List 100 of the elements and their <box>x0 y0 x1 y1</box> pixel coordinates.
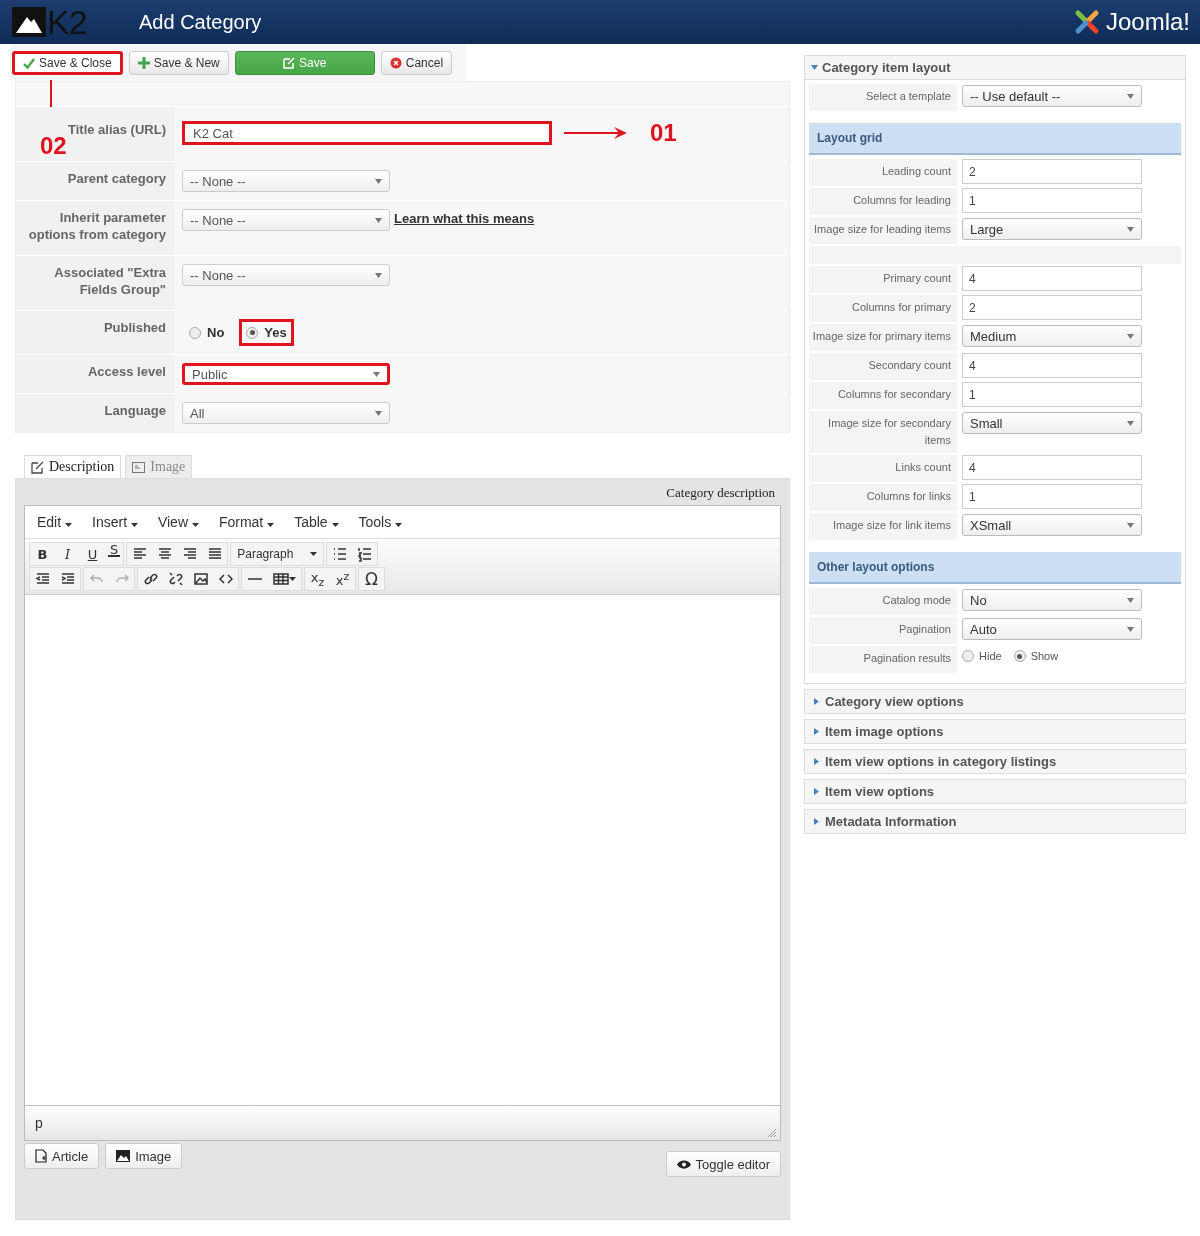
dropdown[interactable]: XSmall <box>962 514 1142 536</box>
format-button[interactable]: x$_{z}$ <box>305 568 330 590</box>
collapsed-panel[interactable]: Metadata Information <box>804 809 1186 834</box>
menu-item[interactable]: Edit <box>29 512 80 532</box>
caret-icon <box>373 371 380 377</box>
radio-option[interactable]: No <box>182 319 232 346</box>
field-label: Columns for links <box>866 490 951 502</box>
learn-link[interactable]: Learn what this means <box>394 211 535 226</box>
text-input[interactable]: 4 <box>962 266 1142 291</box>
text-input[interactable]: 1 <box>962 382 1142 407</box>
text-input[interactable]: 2 <box>962 159 1142 184</box>
radio-option[interactable]: Show <box>1013 650 1059 662</box>
caret-icon <box>813 728 820 735</box>
field-label: Image size for link items <box>833 519 951 531</box>
caret-icon <box>1127 93 1134 99</box>
check-icon <box>23 57 35 69</box>
field-label: Secondary count <box>868 359 951 371</box>
text-input[interactable]: K2 Cat <box>182 121 552 145</box>
format-button[interactable]: I <box>55 543 80 565</box>
format-button[interactable]: B <box>30 543 55 565</box>
field-label: Leading count <box>881 165 951 177</box>
dropdown[interactable]: -- None -- <box>182 264 390 286</box>
toolbar-button[interactable]: Save & New <box>128 51 229 75</box>
text-input[interactable]: 1 <box>962 188 1142 213</box>
menu-item[interactable]: Table <box>286 512 347 532</box>
caret-icon <box>375 410 382 416</box>
resize-handle-icon[interactable] <box>768 1129 776 1137</box>
dropdown[interactable]: Auto <box>962 618 1142 640</box>
document-icon <box>35 1149 47 1163</box>
dropdown[interactable]: Small <box>962 412 1142 434</box>
caret-icon <box>267 523 275 527</box>
field-label: Associated "Extra Fields Group" <box>54 265 166 297</box>
dropdown[interactable]: All <box>182 402 390 424</box>
radio-button[interactable] <box>1013 650 1026 662</box>
collapsed-panel[interactable]: Item image options <box>804 719 1186 744</box>
radio-button[interactable] <box>962 650 974 662</box>
collapsed-panel[interactable]: Item view options in category listings <box>804 749 1186 774</box>
dropdown[interactable]: No <box>962 589 1142 611</box>
image-icon <box>116 1150 131 1162</box>
text-input[interactable]: 4 <box>962 353 1142 378</box>
dropdown[interactable]: Public <box>182 363 390 385</box>
dropdown[interactable]: Medium <box>962 325 1142 347</box>
dropdown[interactable]: -- Use default -- <box>962 85 1142 107</box>
toolbar-button[interactable]: Cancel <box>380 51 453 75</box>
dropdown[interactable]: -- None -- <box>182 209 390 231</box>
annotation-arrow <box>564 126 628 140</box>
field-label: Primary count <box>883 272 951 284</box>
field-label: Access level <box>87 364 166 379</box>
text-input[interactable]: 2 <box>962 295 1142 320</box>
dropdown[interactable]: -- None -- <box>182 170 390 192</box>
radio-button[interactable] <box>246 326 259 339</box>
field-label: Title alias (URL) <box>68 122 166 137</box>
field-label: Links count <box>895 461 951 473</box>
radio-button[interactable] <box>189 326 201 339</box>
format-button[interactable]: U <box>80 543 105 565</box>
toolbar-button[interactable]: Save & Close <box>12 51 123 75</box>
field-label: Pagination results <box>863 652 951 664</box>
caret-icon <box>813 758 820 765</box>
caret-icon <box>1127 522 1134 528</box>
caret-icon <box>375 178 382 184</box>
caret-icon <box>1127 626 1134 632</box>
dropdown[interactable]: Large <box>962 218 1142 240</box>
caret-icon <box>1127 333 1134 339</box>
caret-icon <box>813 698 820 705</box>
insert-button[interactable]: Article <box>24 1143 100 1169</box>
section-header: Other layout options <box>809 552 1181 584</box>
radio-option[interactable]: Yes <box>239 319 294 346</box>
format-button[interactable]: Ω <box>359 568 384 590</box>
section-header: Layout grid <box>809 123 1181 155</box>
menu-item[interactable]: Tools <box>350 512 411 532</box>
caret-icon <box>130 523 138 527</box>
tab[interactable]: Description <box>24 455 122 478</box>
field-label: Language <box>104 403 166 418</box>
format-button[interactable]: x$^{z}$ <box>330 568 355 590</box>
image-icon <box>132 461 146 473</box>
logo-text: K2 <box>47 2 87 42</box>
menu-item[interactable]: Insert <box>84 512 146 532</box>
text-input[interactable]: 4 <box>962 455 1142 480</box>
edit-icon <box>283 57 296 69</box>
field-label: Image size for secondary items <box>828 417 951 446</box>
menu-item[interactable]: View <box>149 512 207 532</box>
caret-icon <box>1127 597 1134 603</box>
collapsed-panel[interactable]: Category view options <box>804 689 1186 714</box>
menu-item[interactable]: Format <box>210 512 283 532</box>
insert-button[interactable]: Image <box>105 1143 183 1169</box>
field-label: Category description <box>666 485 775 500</box>
mountain-logo-icon <box>12 7 46 37</box>
format-button[interactable]: S <box>108 543 121 557</box>
toggle-editor-button[interactable]: Toggle editor <box>665 1151 781 1177</box>
caret-icon <box>1127 420 1134 426</box>
collapsed-panel[interactable]: Item view options <box>804 779 1186 804</box>
eye-icon <box>676 1159 691 1169</box>
caret-icon <box>1127 226 1134 232</box>
radio-option[interactable]: Hide <box>962 650 1002 662</box>
close-icon <box>389 57 402 69</box>
caret-icon <box>331 523 339 527</box>
caret-icon <box>310 552 318 556</box>
block-format-dropdown[interactable]: Paragraph <box>231 543 324 565</box>
text-input[interactable]: 1 <box>962 484 1142 509</box>
panel-header[interactable]: Category item layout <box>805 56 1185 80</box>
